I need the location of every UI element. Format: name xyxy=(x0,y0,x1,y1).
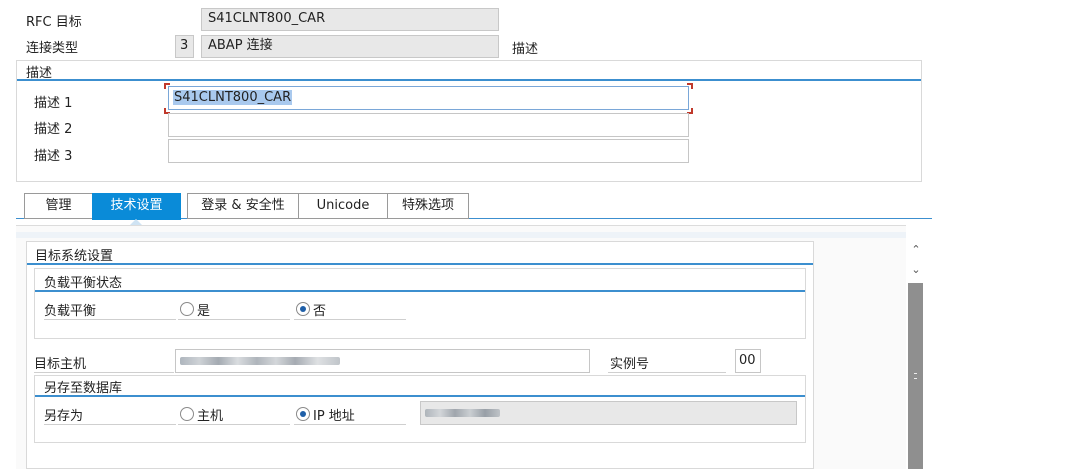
target-host-label-underline xyxy=(34,372,174,373)
desc1-input[interactable]: S41CLNT800_CAR xyxy=(168,86,689,110)
load-balance-yes-radio[interactable] xyxy=(180,302,194,316)
tab-unicode[interactable]: Unicode xyxy=(298,193,388,219)
save-as-host-label: 主机 xyxy=(197,409,224,424)
load-balance-group: 负载平衡状态 xyxy=(34,268,806,339)
instance-label: 实例号 xyxy=(610,357,650,372)
load-balance-yes-underline xyxy=(178,319,290,320)
desc3-label: 描述 3 xyxy=(34,149,73,164)
conn-type-field: ABAP 连接 xyxy=(201,35,499,58)
instance-input[interactable]: 00 xyxy=(735,349,761,373)
load-balance-no-underline xyxy=(294,319,406,320)
desc1-selected-text: S41CLNT800_CAR xyxy=(173,90,293,105)
target-system-rule xyxy=(27,263,813,265)
load-balance-no-radio[interactable] xyxy=(296,302,310,316)
save-as-host-underline xyxy=(178,424,290,425)
save-as-ip-label: IP 地址 xyxy=(313,409,355,424)
save-db-group-title: 另存至数据库 xyxy=(44,381,123,396)
save-as-host-radio[interactable] xyxy=(180,407,194,421)
save-as-ip-radio[interactable] xyxy=(296,407,310,421)
conn-type-description: 描述 xyxy=(512,42,539,57)
load-balance-label-underline xyxy=(44,319,176,320)
load-balance-no-label: 否 xyxy=(313,304,327,319)
desc1-label: 描述 1 xyxy=(34,96,73,111)
scrollbar-grip-icon xyxy=(914,373,917,379)
desc2-label: 描述 2 xyxy=(34,122,73,137)
rfc-target-field: S41CLNT800_CAR xyxy=(201,8,499,31)
load-balance-group-title: 负载平衡状态 xyxy=(44,276,123,291)
load-balance-label: 负载平衡 xyxy=(44,304,97,319)
save-as-label: 另存为 xyxy=(44,409,84,424)
scroll-up-button[interactable]: ⌃ xyxy=(908,242,924,258)
save-as-label-underline xyxy=(44,424,176,425)
conn-type-label: 连接类型 xyxy=(26,41,79,56)
desc3-input[interactable] xyxy=(168,139,689,163)
save-db-group-rule xyxy=(35,395,805,397)
load-balance-group-rule xyxy=(35,290,805,292)
tab-technical-settings[interactable]: 技术设置 xyxy=(92,193,181,220)
target-host-input[interactable] xyxy=(175,349,590,373)
focus-corner-tl xyxy=(164,83,170,89)
scrollbar-thumb[interactable] xyxy=(908,283,923,469)
target-host-label: 目标主机 xyxy=(34,357,87,372)
tab-admin[interactable]: 管理 xyxy=(24,193,93,219)
load-balance-yes-label: 是 xyxy=(197,304,211,319)
description-group-rule xyxy=(17,79,921,81)
target-host-redacted xyxy=(180,357,340,365)
save-as-ip-underline xyxy=(294,424,406,425)
instance-label-underline xyxy=(608,372,726,373)
rfc-target-label: RFC 目标 xyxy=(26,15,82,30)
focus-corner-tr xyxy=(687,83,693,89)
target-system-title: 目标系统设置 xyxy=(35,249,114,264)
tab-special-options[interactable]: 特殊选项 xyxy=(387,193,469,219)
conn-type-code: 3 xyxy=(175,35,194,58)
ip-address-field xyxy=(420,401,797,425)
scroll-down-button[interactable]: ⌄ xyxy=(908,262,924,278)
tab-content-stripe xyxy=(16,232,906,238)
ip-address-redacted xyxy=(425,409,500,417)
tab-logon-security[interactable]: 登录 & 安全性 xyxy=(187,193,299,219)
desc2-input[interactable] xyxy=(168,113,689,137)
